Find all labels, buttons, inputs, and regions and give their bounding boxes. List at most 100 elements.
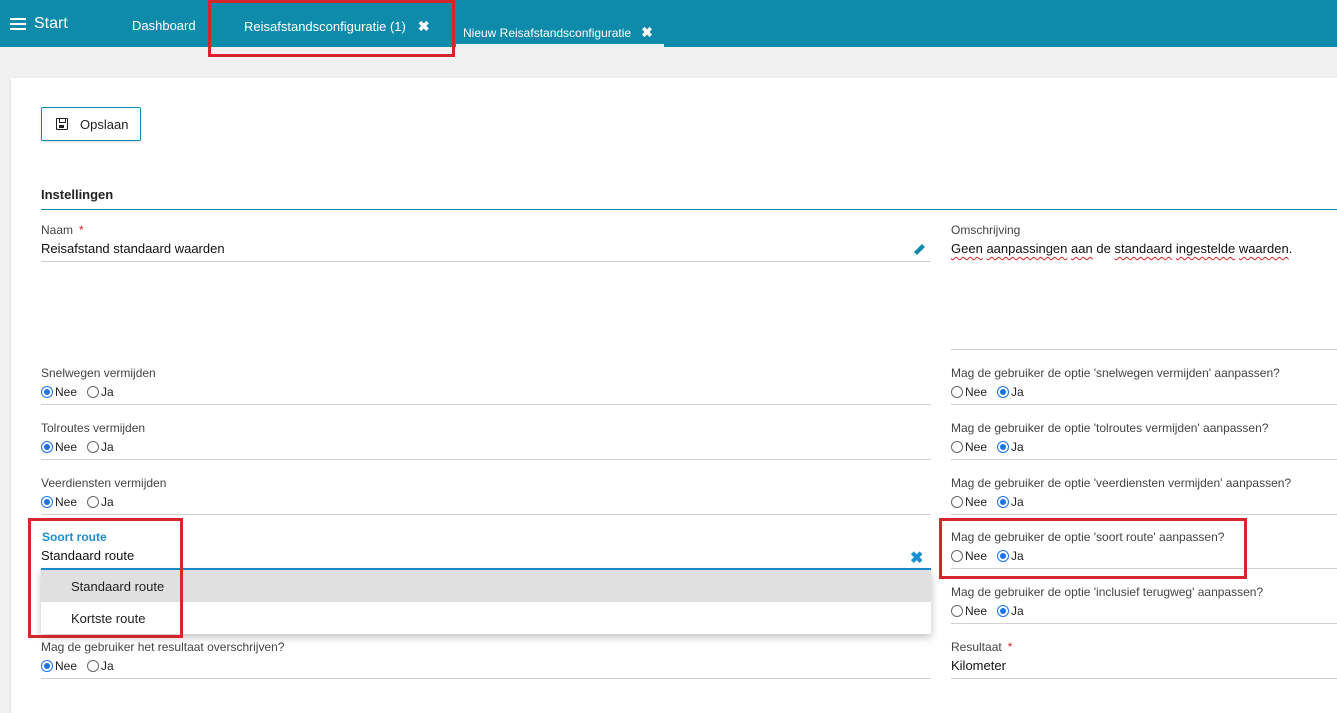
tab-label: Dashboard — [132, 18, 196, 33]
radio-label-ja: Ja — [1011, 495, 1024, 509]
dropdown-option[interactable]: Standaard route — [41, 570, 931, 602]
radio-label-ja: Ja — [101, 440, 114, 454]
field-underline — [951, 404, 1337, 405]
left-field-radio-group: Nee Ja — [41, 385, 124, 399]
field-underline — [41, 514, 931, 515]
omschrijving-textarea[interactable]: Geen aanpassingen aan de standaard inges… — [951, 241, 1292, 256]
radio-label-ja: Ja — [101, 385, 114, 399]
hamburger-icon — [10, 18, 26, 30]
left-field-radio-group: Nee Ja — [41, 495, 124, 509]
section-title: Instellingen — [41, 187, 114, 202]
omschrijving-word: waarden — [1238, 241, 1289, 256]
naam-label-text: Naam — [41, 223, 74, 237]
radio-label-nee: Nee — [965, 440, 988, 454]
omschrijving-word: aanpassingen — [986, 241, 1068, 256]
tab-label: Reisafstandsconfiguratie (1) — [244, 19, 406, 34]
right-field-radio-group: Nee Ja — [951, 440, 1034, 454]
radio-ja[interactable] — [997, 605, 1010, 617]
radio-label-ja: Ja — [101, 495, 114, 509]
radio-label-ja: Ja — [1011, 385, 1024, 399]
resultaat-underline — [951, 678, 1337, 679]
clear-icon[interactable]: ✖ — [910, 548, 923, 568]
naam-underline — [41, 261, 931, 262]
radio-label-nee: Nee — [55, 385, 78, 399]
field-underline — [41, 459, 931, 460]
required-marker: * — [1007, 640, 1013, 654]
radio-ja[interactable] — [87, 496, 100, 508]
radio-label-nee: Nee — [965, 604, 988, 618]
close-icon[interactable]: ✖ — [418, 18, 430, 35]
radio-nee[interactable] — [951, 550, 963, 562]
radio-nee[interactable] — [951, 441, 963, 453]
radio-nee[interactable] — [41, 386, 53, 398]
right-field-label: Mag de gebruiker de optie 'inclusief ter… — [951, 585, 1264, 599]
radio-label-ja: Ja — [101, 659, 114, 673]
tab-reisafstandsconfiguratie[interactable]: Reisafstandsconfiguratie (1) ✖ — [244, 18, 430, 35]
field-underline — [951, 514, 1337, 515]
left-field-label: Snelwegen vermijden — [41, 366, 156, 380]
save-button[interactable]: Opslaan — [41, 107, 141, 141]
omschrijving-period: . — [1288, 241, 1293, 256]
right-field-label: Mag de gebruiker de optie 'veerdiensten … — [951, 476, 1292, 490]
pencil-icon[interactable] — [911, 242, 927, 258]
radio-nee[interactable] — [951, 386, 963, 398]
radio-nee[interactable] — [951, 496, 963, 508]
save-label: Opslaan — [80, 116, 129, 132]
radio-nee[interactable] — [41, 441, 53, 453]
resultaat-select[interactable]: Kilometer — [951, 658, 1006, 673]
radio-ja[interactable] — [997, 550, 1010, 562]
dropdown-option[interactable]: Kortste route — [41, 602, 931, 634]
radio-ja[interactable] — [997, 441, 1010, 453]
tab-nieuw-reisafstandsconfiguratie[interactable]: Nieuw Reisafstandsconfiguratie ✖ — [463, 24, 653, 41]
right-field-radio-group: Nee Ja — [951, 495, 1034, 509]
omschrijving-word: aan — [1071, 241, 1093, 256]
omschrijving-word: de — [1096, 241, 1111, 256]
radio-label-nee: Nee — [55, 440, 78, 454]
radio-ja[interactable] — [997, 386, 1010, 398]
field-underline — [41, 404, 931, 405]
radio-ja[interactable] — [87, 660, 100, 672]
tab-dashboard[interactable]: Dashboard — [132, 18, 196, 33]
radio-ja[interactable] — [87, 386, 100, 398]
omschrijving-label: Omschrijving — [951, 223, 1021, 237]
radio-label-ja: Ja — [1011, 549, 1024, 563]
naam-input[interactable]: Reisafstand standaard waarden — [41, 241, 225, 256]
right-field-label: Mag de gebruiker de optie 'soort route' … — [951, 530, 1225, 544]
top-bar: Start Dashboard Reisafstandsconfiguratie… — [0, 0, 1337, 47]
radio-label-ja: Ja — [1011, 440, 1024, 454]
right-field-radio-group: Nee Ja — [951, 549, 1034, 563]
radio-ja[interactable] — [87, 441, 100, 453]
overschrijven-radio-group: Nee Ja — [41, 659, 124, 673]
radio-label-nee: Nee — [965, 385, 988, 399]
radio-label-nee: Nee — [55, 659, 78, 673]
field-underline — [951, 459, 1337, 460]
field-underline — [951, 568, 1337, 569]
overschrijven-underline — [41, 678, 931, 679]
radio-nee[interactable] — [951, 605, 963, 617]
radio-ja[interactable] — [997, 496, 1010, 508]
radio-label-nee: Nee — [965, 549, 988, 563]
radio-label-nee: Nee — [965, 495, 988, 509]
omschrijving-word: Geen — [951, 241, 983, 256]
radio-nee[interactable] — [41, 660, 53, 672]
radio-label-ja: Ja — [1011, 604, 1024, 618]
naam-label: Naam * — [41, 223, 84, 237]
right-field-label: Mag de gebruiker de optie 'tolroutes ver… — [951, 421, 1269, 435]
right-field-label: Mag de gebruiker de optie 'snelwegen ver… — [951, 366, 1280, 380]
radio-label-nee: Nee — [55, 495, 78, 509]
right-field-radio-group: Nee Ja — [951, 385, 1034, 399]
left-field-radio-group: Nee Ja — [41, 440, 124, 454]
start-menu-button[interactable]: Start — [10, 14, 68, 34]
close-icon[interactable]: ✖ — [641, 24, 653, 41]
right-field-radio-group: Nee Ja — [951, 604, 1034, 618]
floppy-disk-icon — [56, 118, 68, 130]
soort-route-label: Soort route — [42, 530, 107, 544]
left-field-label: Veerdiensten vermijden — [41, 476, 167, 490]
field-underline — [951, 623, 1337, 624]
omschrijving-underline — [951, 349, 1337, 350]
omschrijving-word: ingestelde — [1175, 241, 1236, 256]
left-field-label: Tolroutes vermijden — [41, 421, 146, 435]
soort-route-dropdown: Standaard route Kortste route — [41, 570, 931, 634]
soort-route-select[interactable]: Standaard route — [41, 548, 134, 563]
radio-nee[interactable] — [41, 496, 53, 508]
